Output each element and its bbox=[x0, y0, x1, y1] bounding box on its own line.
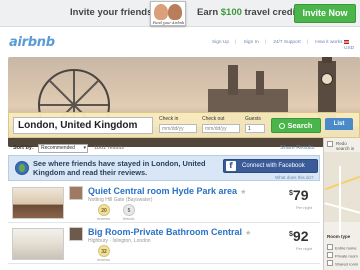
checkin-field[interactable]: mm/dd/yy bbox=[159, 124, 197, 133]
friends-photo: Fund your Airbnb bbox=[150, 1, 186, 26]
listing-row[interactable]: Quiet Central room Hyde Park area ★ Notti… bbox=[8, 183, 320, 223]
nav-sign-in[interactable]: Sign In bbox=[244, 40, 259, 45]
search-bar: London, United Kingdom Check in mm/dd/yy… bbox=[8, 112, 360, 138]
friend-face-2 bbox=[168, 4, 182, 20]
host-avatar[interactable] bbox=[69, 227, 83, 241]
listing-title[interactable]: Quiet Central room Hyde Park area ★ bbox=[88, 186, 246, 196]
earn-amount: $100 bbox=[220, 7, 242, 18]
nav-support[interactable]: 24/7 Support bbox=[273, 40, 300, 45]
invite-now-button[interactable]: Invite Now bbox=[294, 4, 356, 23]
listing-title-text: Quiet Central room Hyde Park area bbox=[88, 186, 238, 196]
what-does-this-do-link[interactable]: What does this do? bbox=[275, 175, 314, 180]
favorite-star-icon[interactable]: ★ bbox=[245, 230, 251, 237]
map-panel: Redo search in map Room type Entire home… bbox=[323, 138, 360, 270]
listing-location: Notting Hill Gate (Bayswater) bbox=[88, 197, 153, 203]
big-ben-top bbox=[322, 57, 332, 63]
sort-select[interactable]: Recommended bbox=[38, 144, 88, 153]
globe-icon bbox=[15, 161, 29, 175]
search-button[interactable]: Search bbox=[271, 118, 321, 133]
room-type-option[interactable]: Entire home bbox=[327, 244, 357, 251]
map-road bbox=[339, 166, 341, 236]
listing-price: $79 bbox=[289, 187, 308, 203]
nav-how-it-works[interactable]: How it works bbox=[315, 40, 342, 45]
redo-search-checkbox[interactable] bbox=[327, 141, 333, 147]
favorite-star-icon[interactable]: ★ bbox=[240, 189, 246, 196]
clock-face bbox=[321, 73, 333, 85]
sort-label: Sort by: bbox=[13, 145, 34, 151]
checkout-label: Check out bbox=[202, 116, 225, 122]
header-nav: Sign Up | Sign In | 24/7 Support | How it w… bbox=[212, 40, 343, 45]
listing-location: Highbury · Islington, London bbox=[88, 238, 151, 244]
search-icon bbox=[279, 122, 286, 129]
per-night-label: Per night bbox=[296, 205, 313, 210]
reviews-label: reviews bbox=[97, 217, 110, 221]
photo-caption: Fund your Airbnb bbox=[152, 21, 185, 25]
friends-badge: 5 bbox=[123, 204, 135, 216]
host-avatar[interactable] bbox=[69, 186, 83, 200]
per-night-label: Per night bbox=[296, 246, 313, 251]
listing-photo[interactable] bbox=[12, 187, 64, 219]
sort-bar: Sort by: Recommended 1861 results Share … bbox=[8, 143, 320, 155]
location-search-input[interactable]: London, United Kingdom bbox=[13, 117, 153, 134]
search-map[interactable] bbox=[324, 152, 360, 236]
currency-selector[interactable]: USD bbox=[344, 40, 360, 51]
map-road bbox=[324, 175, 360, 191]
airbnb-logo[interactable]: airbnb bbox=[9, 35, 55, 50]
checkin-label: Check in bbox=[159, 116, 179, 122]
price-value: 79 bbox=[292, 187, 309, 203]
room-type-option[interactable]: Shared room bbox=[327, 260, 358, 267]
friends-label: friends bbox=[123, 217, 135, 221]
friend-face-1 bbox=[154, 4, 168, 20]
room-type-option[interactable]: Private room bbox=[327, 252, 358, 259]
guests-label: Guests bbox=[245, 116, 261, 122]
guests-select[interactable]: 1 bbox=[245, 124, 265, 133]
connect-facebook-button[interactable]: f Connect with Facebook bbox=[223, 159, 318, 173]
results-count: 1861 results bbox=[94, 145, 124, 151]
listing-photo[interactable] bbox=[12, 228, 64, 260]
connect-facebook-label: Connect with Facebook bbox=[242, 163, 305, 169]
listing-row[interactable]: Big Room-Private Bathroom Central ★ Highb… bbox=[8, 224, 320, 264]
checkout-field[interactable]: mm/dd/yy bbox=[202, 124, 240, 133]
facebook-promo: See where friends have stayed in London,… bbox=[8, 155, 320, 181]
site-header: airbnb Sign Up | Sign In | 24/7 Support | H… bbox=[0, 28, 360, 54]
reviews-label: reviews bbox=[97, 258, 110, 262]
listing-title-text: Big Room-Private Bathroom Central bbox=[88, 227, 243, 237]
tab-list[interactable]: List bbox=[325, 118, 353, 130]
invite-friends-text: Invite your friends bbox=[70, 7, 153, 18]
invite-promo-bar: Invite your friends Fund your Airbnb Ear… bbox=[0, 0, 360, 27]
spire-graphic bbox=[256, 71, 264, 95]
price-value: 92 bbox=[292, 228, 309, 244]
facebook-promo-text: See where friends have stayed in London,… bbox=[33, 159, 206, 177]
room-type-heading: Room type bbox=[327, 234, 351, 239]
search-button-label: Search bbox=[287, 121, 313, 130]
map-road bbox=[324, 202, 360, 214]
facebook-icon: f bbox=[226, 161, 236, 171]
earn-suffix: travel credit bbox=[241, 7, 299, 18]
reviews-badge: 20 bbox=[98, 204, 110, 216]
earn-credit-text: Earn $100 travel credit bbox=[197, 7, 298, 18]
share-results-link[interactable]: Share Results bbox=[280, 145, 315, 151]
listing-price: $92 bbox=[289, 228, 308, 244]
spire-graphic bbox=[228, 65, 238, 95]
listing-title[interactable]: Big Room-Private Bathroom Central ★ bbox=[88, 227, 251, 237]
nav-sign-up[interactable]: Sign Up bbox=[212, 40, 229, 45]
earn-prefix: Earn bbox=[197, 7, 221, 18]
reviews-badge: 32 bbox=[98, 245, 110, 257]
